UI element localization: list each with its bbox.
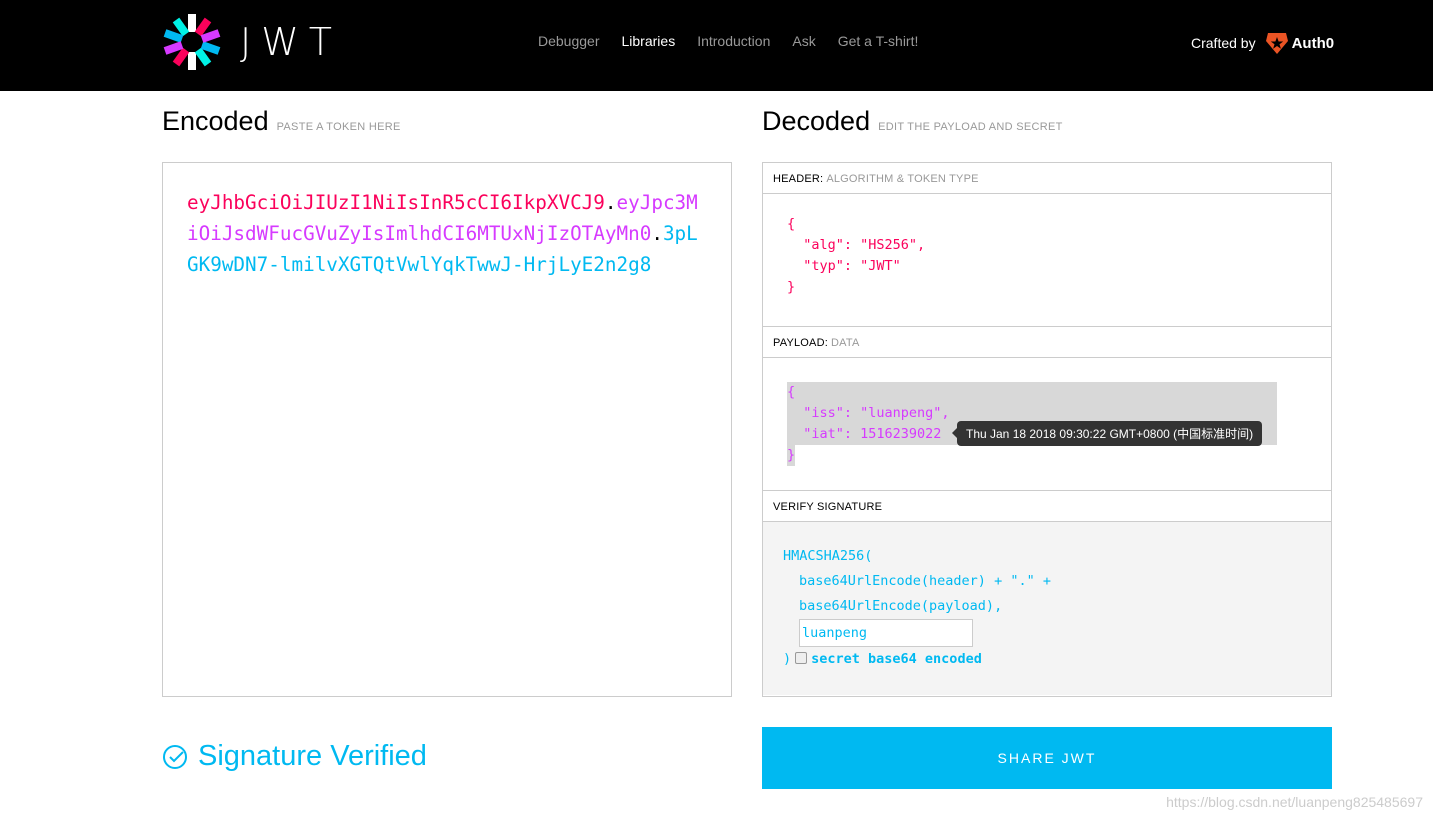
token-header-part: eyJhbGciOiJIUzI1NiIsInR5cCI6IkpXVCJ9 <box>187 191 605 214</box>
token-dot: . <box>604 191 617 214</box>
decoded-panel: HEADER: ALGORITHM & TOKEN TYPE { "alg": "… <box>762 162 1332 697</box>
secret-base64-checkbox[interactable] <box>795 652 808 664</box>
signature-verified-text: Signature Verified <box>198 740 427 772</box>
nav-introduction[interactable]: Introduction <box>697 33 770 49</box>
decoded-subtitle: EDIT THE PAYLOAD AND SECRET <box>878 121 1063 133</box>
payload-sublabel: DATA <box>831 337 860 349</box>
payload-label: PAYLOAD: <box>773 337 828 349</box>
verify-line: base64UrlEncode(header) + "." + <box>799 573 1051 589</box>
verify-signature-section: HMACSHA256( base64UrlEncode(header) + ".… <box>763 522 1331 695</box>
header-json-editor[interactable]: { "alg": "HS256", "typ": "JWT" } <box>763 194 1331 327</box>
header-sublabel: ALGORITHM & TOKEN TYPE <box>826 173 979 185</box>
nav-debugger[interactable]: Debugger <box>538 33 600 49</box>
top-bar: JWT Debugger Libraries Introduction Ask … <box>0 0 1433 91</box>
crafted-by-auth0[interactable]: Crafted by Auth0 <box>1191 31 1334 55</box>
nav-ask[interactable]: Ask <box>792 33 815 49</box>
jwt-logo[interactable]: JWT <box>162 12 342 72</box>
encoded-title: Encoded <box>162 106 269 136</box>
verify-line: HMACSHA256( <box>783 548 873 564</box>
auth0-shield-icon <box>1265 33 1288 54</box>
encoded-heading: Encoded PASTE A TOKEN HERE <box>162 106 401 137</box>
watermark: https://blog.csdn.net/luanpeng825485697 <box>1166 794 1423 810</box>
signature-status: Signature Verified <box>162 740 427 773</box>
header-section-label: HEADER: ALGORITHM & TOKEN TYPE <box>763 163 1331 194</box>
header-label: HEADER: <box>773 173 824 185</box>
encoded-token-editor[interactable]: eyJhbGciOiJIUzI1NiIsInR5cCI6IkpXVCJ9.eyJ… <box>162 162 732 697</box>
decoded-title: Decoded <box>762 106 871 136</box>
close-paren: ) <box>783 651 792 667</box>
verify-line: base64UrlEncode(payload), <box>799 598 1003 614</box>
encoded-subtitle: PASTE A TOKEN HERE <box>276 121 401 133</box>
payload-section-label: PAYLOAD: DATA <box>763 327 1331 358</box>
decoded-heading: Decoded EDIT THE PAYLOAD AND SECRET <box>762 106 1063 137</box>
payload-json-editor[interactable]: { "iss": "luanpeng", "iat": 1516239022 }… <box>763 358 1331 491</box>
iat-date-tooltip: Thu Jan 18 2018 09:30:22 GMT+0800 (中国标准时… <box>951 421 1263 446</box>
share-jwt-button[interactable]: SHARE JWT <box>762 727 1332 789</box>
auth0-label: Auth0 <box>1291 34 1335 52</box>
token-dot: . <box>651 222 663 245</box>
nav-tshirt[interactable]: Get a T-shirt! <box>838 33 919 49</box>
main-nav: Debugger Libraries Introduction Ask Get … <box>538 33 940 49</box>
verify-section-label: VERIFY SIGNATURE <box>763 491 1331 522</box>
secret-input[interactable] <box>799 619 973 647</box>
secret-base64-label[interactable]: secret base64 encoded <box>811 651 982 667</box>
header-json[interactable]: { "alg": "HS256", "typ": "JWT" } <box>763 194 1331 318</box>
nav-libraries[interactable]: Libraries <box>622 33 676 49</box>
check-circle-icon <box>163 744 187 769</box>
logo-text: JWT <box>240 20 342 64</box>
jwt-logo-icon <box>163 14 221 70</box>
crafted-by-label: Crafted by <box>1191 35 1256 51</box>
